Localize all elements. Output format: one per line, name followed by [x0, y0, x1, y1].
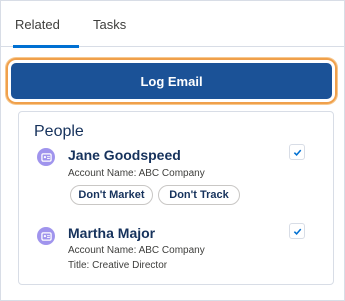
account-name: Account Name: ABC Company: [68, 245, 205, 256]
contact-name[interactable]: Jane Goodspeed: [68, 147, 181, 163]
checkmark-icon: [293, 149, 301, 156]
card-title: People: [34, 123, 84, 140]
contact-title: Title: Creative Director: [68, 260, 168, 271]
contact-checkbox[interactable]: [289, 144, 305, 160]
checkmark-icon: [293, 228, 301, 235]
dont-market-badge[interactable]: Don't Market: [70, 185, 153, 205]
log-email-button[interactable]: Log Email: [11, 63, 332, 99]
dont-track-badge[interactable]: Don't Track: [158, 185, 240, 205]
tab-tasks[interactable]: Tasks: [93, 1, 133, 47]
contact-name[interactable]: Martha Major: [68, 225, 155, 241]
contact-icon: [37, 227, 55, 245]
tab-bar: Related Tasks: [1, 1, 344, 48]
tab-related[interactable]: Related: [13, 1, 79, 48]
contact-checkbox[interactable]: [289, 223, 305, 239]
contact-icon: [37, 148, 55, 166]
people-card: People Jane Goodspeed Account Name: ABC …: [18, 111, 334, 285]
related-panel: Related Tasks Log Email People Jane Good…: [0, 0, 345, 301]
account-name: Account Name: ABC Company: [68, 168, 205, 179]
